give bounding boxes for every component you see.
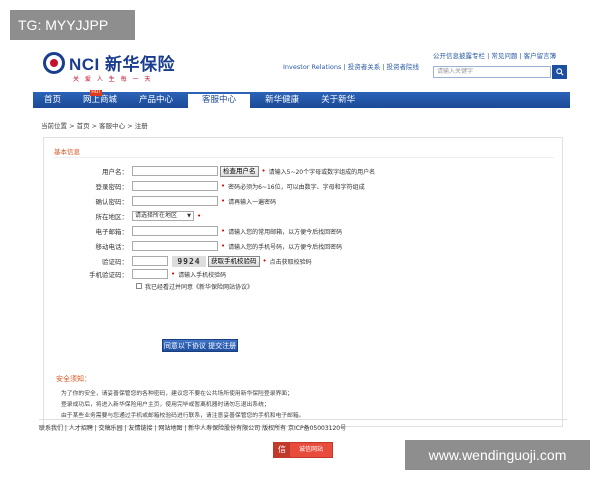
row-email: 电子邮箱： • 请输入您的常用邮箱，以方便今后找回密码	[44, 226, 342, 236]
section-divider	[54, 157, 554, 158]
required-marker: •	[171, 270, 176, 278]
region-select[interactable]: 请选择所在地区 ▼	[132, 211, 194, 221]
email-field[interactable]	[132, 226, 218, 236]
password-label: 登录密码：	[95, 183, 129, 191]
sms-code-input[interactable]	[132, 269, 168, 279]
footer-divider	[39, 419, 567, 420]
row-username: 用户名： 检查用户名 • 请输入5~20个字母或数字组成的用户名	[44, 165, 376, 177]
registration-page: NCI 新华保险 关 爱 人 生 每 一 天 Investor Relation…	[33, 40, 570, 458]
submit-button[interactable]: 同意以下协议 提交注册	[162, 339, 238, 352]
trust-seal-icon: 信	[274, 443, 290, 457]
investor-relations-links[interactable]: Investor Relations | 投资者关系 | 投资者院线	[283, 61, 419, 71]
notice-line: 登录成功后，将进入新华保险用户主页，使用完毕或暂离机器时请勿忘退出系统；	[61, 402, 270, 408]
mobile-hint: 请输入您的手机号码，以方便今后找回密码	[228, 243, 343, 251]
notice-line: 为了你的安全，请妥善保管您的各种密码，建议您不要在公共场所使用新华保险登录界面；	[61, 391, 293, 397]
breadcrumb: 当前位置 > 首页 > 客服中心 > 注册	[41, 122, 148, 130]
site-header: NCI 新华保险 关 爱 人 生 每 一 天 Investor Relation…	[33, 40, 570, 90]
nav-home[interactable]: 首页	[33, 92, 72, 108]
required-marker: •	[221, 197, 226, 205]
required-marker: •	[221, 227, 226, 235]
search-icon	[555, 68, 564, 76]
hot-badge: HOT	[90, 90, 103, 96]
main-nav: 首页 网上商城 HOT 产品中心 客服中心 新华健康 关于新华	[33, 90, 570, 108]
password-hint: 密码必须为6~16位，可以由数字、字母和字符组成	[228, 183, 365, 191]
logo-text: NCI 新华保险	[69, 55, 175, 74]
nci-logo-icon	[43, 51, 65, 74]
confirm-label: 确认密码：	[95, 198, 129, 206]
username-hint: 请输入5~20个字母或数字组成的用户名	[268, 168, 376, 176]
region-select-value: 请选择所在地区	[135, 212, 178, 219]
email-hint: 请输入您的常用邮箱，以方便今后找回密码	[228, 228, 343, 236]
watermark-top-left: TG: MYYJJPP	[10, 10, 135, 40]
row-confirm: 确认密码： • 请再输入一遍密码	[44, 196, 276, 206]
required-marker: •	[261, 167, 266, 175]
watermark-bottom-right: www.wendinguoji.com	[405, 440, 590, 470]
notice-line: 由于某些业务需要与您通过手机或邮箱校验码进行联系，请注意妥善保管您的手机和电子邮…	[61, 413, 305, 419]
check-username-button[interactable]: 检查用户名	[220, 165, 259, 177]
username-input[interactable]	[132, 166, 218, 176]
email-label: 电子邮箱：	[95, 228, 129, 236]
password-input[interactable]	[132, 181, 218, 191]
notice-title: 安全须知：	[56, 375, 91, 383]
agree-text[interactable]: 我已经看过并同意《新华保险网站协议》	[145, 282, 253, 291]
sms-label: 手机验证码：	[89, 271, 128, 279]
row-region: 所在地区： 请选择所在地区 ▼ •	[44, 211, 204, 221]
registration-form: 基本信息 用户名： 检查用户名 • 请输入5~20个字母或数字组成的用户名 登录…	[43, 137, 563, 427]
row-captcha: 验证码： 9924 获取手机校验码 • 点击获取校验码	[44, 255, 312, 267]
captcha-label: 验证码：	[102, 258, 128, 266]
trust-badge[interactable]: 信 诚信网站	[273, 442, 333, 458]
row-password: 登录密码： • 密码必须为6~16位，可以由数字、字母和字符组成	[44, 181, 365, 191]
confirm-password-input[interactable]	[132, 196, 218, 206]
row-mobile: 移动电话： • 请输入您的手机号码，以方便今后找回密码	[44, 241, 342, 251]
captcha-hint: 点击获取校验码	[269, 258, 312, 266]
required-marker: •	[221, 182, 226, 190]
captcha-image[interactable]: 9924	[172, 255, 206, 267]
confirm-hint: 请再输入一遍密码	[228, 198, 277, 206]
get-sms-code-button[interactable]: 获取手机校验码	[208, 255, 260, 267]
nav-about[interactable]: 关于新华	[310, 92, 366, 108]
nci-logo[interactable]: NCI 新华保险	[43, 50, 175, 75]
mobile-field[interactable]	[132, 241, 218, 251]
nav-online-store[interactable]: 网上商城 HOT	[72, 90, 128, 108]
mobile-label: 移动电话：	[95, 243, 129, 251]
nav-health[interactable]: 新华健康	[254, 92, 310, 108]
footer-links[interactable]: 联系我们 | 人才招聘 | 交稿乐园 | 友情链接 | 网站地图 | 新华人寿保…	[39, 423, 346, 432]
sms-hint: 请输入手机校验码	[178, 271, 227, 279]
chevron-down-icon: ▼	[187, 213, 191, 219]
required-marker: •	[262, 257, 267, 265]
username-label: 用户名：	[102, 168, 128, 176]
nav-products[interactable]: 产品中心	[128, 92, 184, 108]
row-sms: 手机验证码： • 请输入手机校验码	[44, 269, 226, 279]
row-agree: 我已经看过并同意《新华保险网站协议》	[136, 281, 253, 291]
search-input[interactable]: 请输入关键字	[433, 66, 551, 78]
top-links[interactable]: 公开信息披露专栏 | 常见问题 | 客户留言簿	[433, 50, 556, 60]
captcha-input[interactable]	[132, 256, 168, 266]
nav-customer-service[interactable]: 客服中心	[188, 92, 251, 108]
nav-online-store-label: 网上商城	[83, 95, 118, 105]
search-button[interactable]	[552, 65, 567, 79]
agree-checkbox[interactable]	[136, 283, 142, 289]
required-marker: •	[221, 242, 226, 250]
region-label: 所在地区：	[95, 213, 129, 221]
trust-badge-label: 诚信网站	[290, 443, 332, 457]
required-marker: •	[197, 212, 202, 220]
section-title: 基本信息	[54, 148, 80, 156]
logo-slogan: 关 爱 人 生 每 一 天	[73, 76, 153, 83]
